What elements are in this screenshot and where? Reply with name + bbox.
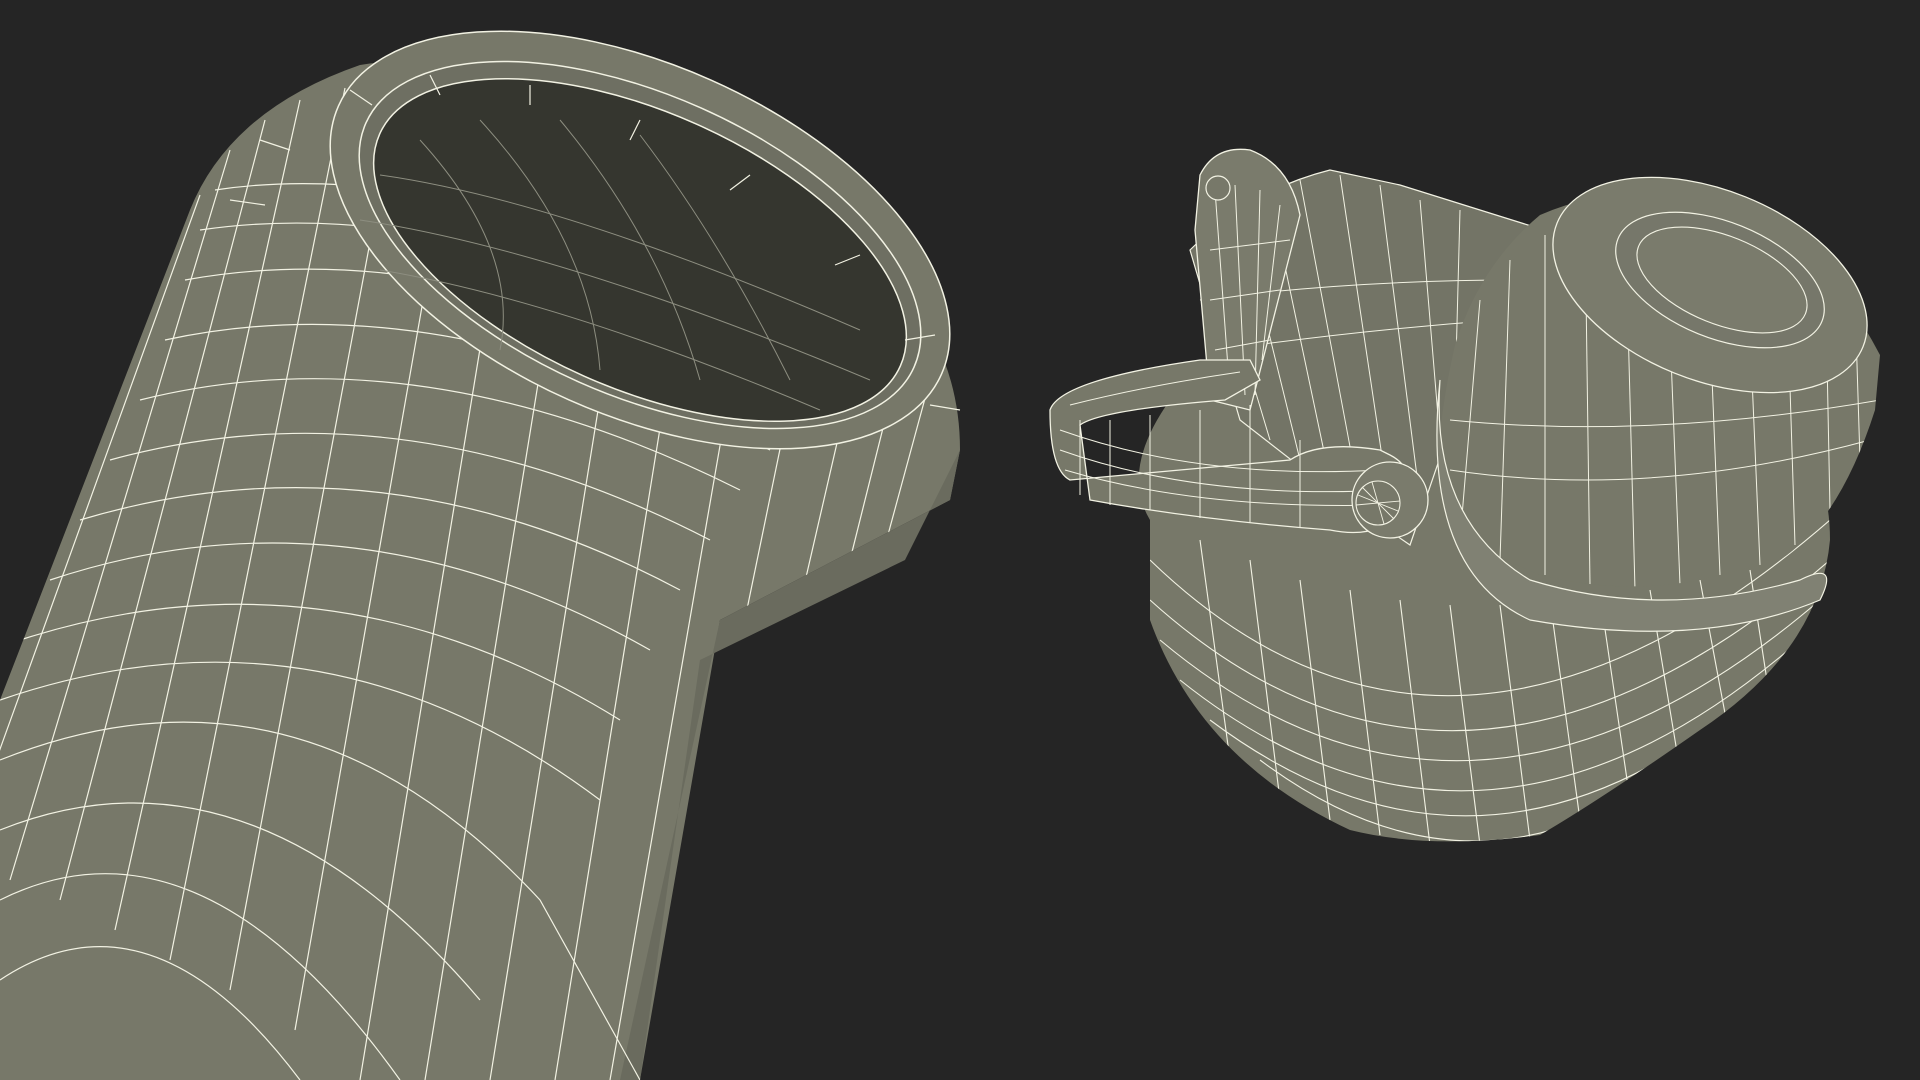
- bottle-body-mesh: [0, 30, 961, 1080]
- bottle-cap-mesh: [1049, 148, 1880, 842]
- render-viewport: [0, 0, 1920, 1080]
- wireframe-scene: [0, 30, 1880, 1080]
- cap-lid-hinge-pin-top: [1205, 175, 1231, 201]
